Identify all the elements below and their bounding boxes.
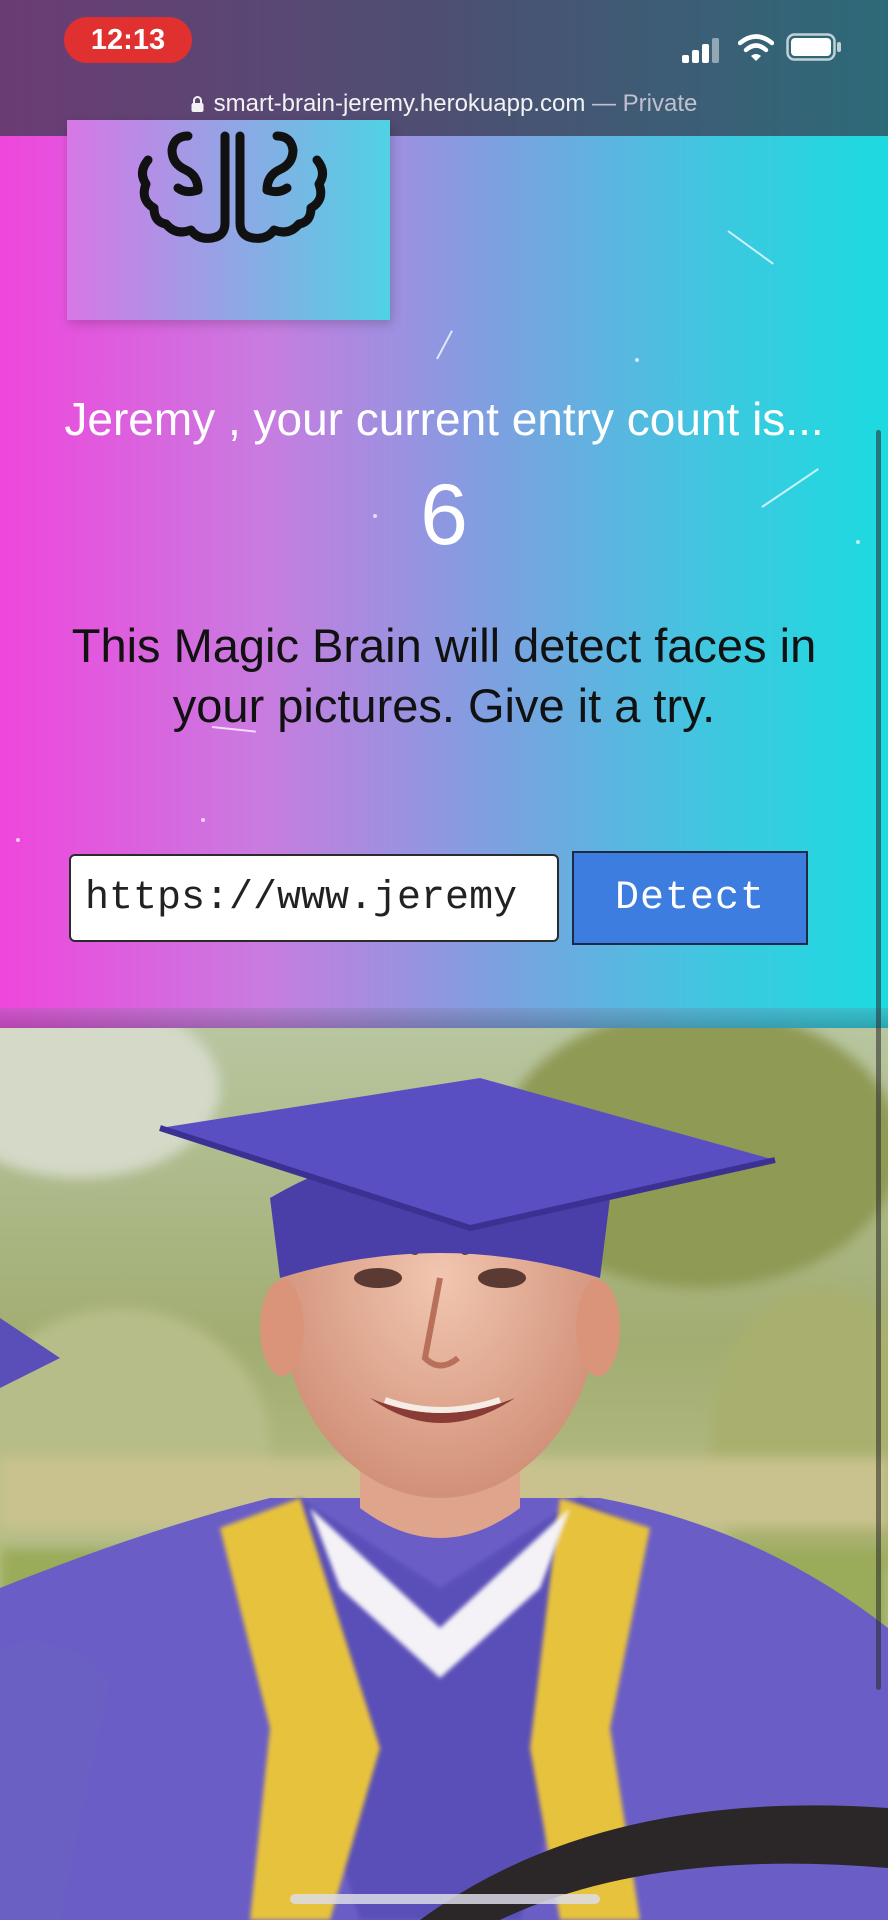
particle-dot: [635, 358, 639, 362]
wifi-icon: [738, 34, 774, 61]
graduation-portrait-image: [0, 1028, 888, 1920]
url-separator: —: [585, 90, 623, 117]
private-mode-label: Private: [622, 90, 698, 117]
address-bar[interactable]: smart-brain-jeremy.herokuapp.com — Priva…: [0, 84, 888, 124]
particle-dot: [16, 838, 20, 842]
particle-line: [727, 230, 774, 265]
particle-line: [436, 330, 453, 360]
home-indicator[interactable]: [290, 1894, 600, 1904]
detect-button[interactable]: Detect: [572, 851, 808, 945]
section-divider: [0, 1008, 888, 1030]
scrollbar[interactable]: [876, 430, 881, 1690]
brain-icon: [138, 131, 327, 243]
entry-count-value: 6: [420, 467, 468, 563]
description-line-1: This Magic Brain will detect faces in: [71, 619, 817, 672]
entry-count-message: Jeremy , your current entry count is...: [64, 393, 824, 445]
battery-icon: [786, 33, 841, 61]
particle-dot: [201, 818, 205, 822]
url-text: smart-brain-jeremy.herokuapp.com: [213, 90, 586, 117]
signal-icon: [682, 37, 722, 63]
lock-icon: [191, 85, 204, 112]
description-line-2: your pictures. Give it a try.: [172, 679, 716, 732]
status-bar: 12:13 smart-brain-jeremy.herokuapp.com —…: [0, 0, 888, 136]
image-url-input[interactable]: [69, 854, 559, 942]
status-time: 12:13: [64, 17, 192, 63]
description-text: This Magic Brain will detect faces in yo…: [0, 616, 888, 736]
